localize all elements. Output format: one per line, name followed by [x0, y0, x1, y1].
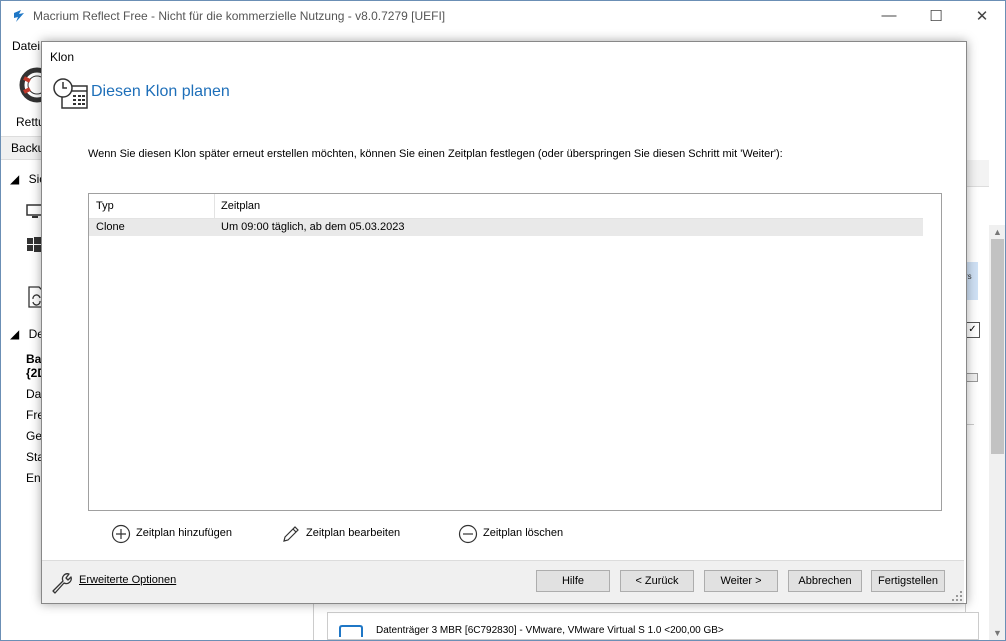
close-button[interactable]: ✕: [959, 0, 1005, 33]
edit-schedule-label: Zeitplan bearbeiten: [306, 527, 401, 539]
calendar-clock-icon: [53, 78, 88, 109]
edit-schedule-button[interactable]: Zeitplan bearbeiten: [281, 524, 411, 544]
finish-button[interactable]: Fertigstellen: [871, 570, 945, 592]
help-button[interactable]: Hilfe: [536, 570, 610, 592]
column-header-typ[interactable]: Typ: [96, 200, 114, 212]
advanced-options-link[interactable]: Erweiterte Optionen: [79, 574, 176, 586]
wrench-icon: [52, 573, 72, 594]
cell-zeitplan: Um 09:00 täglich, ab dem 05.03.2023: [221, 221, 405, 233]
delete-schedule-button[interactable]: Zeitplan löschen: [458, 524, 568, 544]
schedule-list[interactable]: Typ Zeitplan Clone Um 09:00 täglich, ab …: [88, 193, 942, 511]
resize-grip-icon[interactable]: [952, 591, 962, 601]
pencil-icon: [283, 526, 299, 542]
title-bar: Macrium Reflect Free - Nicht für die kom…: [0, 0, 1006, 33]
column-divider[interactable]: [214, 194, 215, 218]
table-row[interactable]: Clone Um 09:00 täglich, ab dem 05.03.202…: [89, 219, 923, 236]
windows-icon[interactable]: [27, 237, 41, 253]
list-header: Typ Zeitplan: [89, 194, 923, 219]
tab-backups-label: Backu: [11, 141, 45, 155]
disk-row[interactable]: Datenträger 3 MBR [6C792830] - VMware, V…: [327, 612, 979, 640]
menu-datei[interactable]: Datei: [12, 39, 40, 53]
collapse-arrow-icon: ◢: [10, 327, 20, 341]
maximize-icon: ☐: [929, 8, 943, 25]
disk-label: Datenträger 3 MBR [6C792830] - VMware, V…: [376, 625, 724, 636]
cell-typ: Clone: [96, 221, 125, 233]
next-button[interactable]: Weiter >: [704, 570, 778, 592]
macrium-logo-icon: [14, 10, 24, 22]
vertical-scrollbar[interactable]: ▲ ▼: [989, 225, 1006, 641]
minimize-icon: —: [881, 7, 897, 24]
minimize-button[interactable]: —: [866, 0, 912, 33]
scroll-up-icon[interactable]: ▲: [993, 227, 1002, 237]
scroll-down-icon[interactable]: ▼: [993, 628, 1002, 638]
right-toolbar-strip: [965, 160, 989, 187]
dialog-footer: Erweiterte Optionen Hilfe < Zurück Weite…: [42, 561, 964, 603]
maximize-button[interactable]: ☐: [913, 0, 959, 33]
delete-schedule-label: Zeitplan löschen: [483, 527, 564, 539]
minus-circle-icon: [458, 524, 478, 544]
window-title: Macrium Reflect Free - Nicht für die kom…: [33, 9, 446, 23]
cancel-button[interactable]: Abbrechen: [788, 570, 862, 592]
add-schedule-label: Zeitplan hinzufügen: [136, 527, 233, 539]
clone-dialog: Klon Diesen Klon planen Wenn Sie diesen …: [41, 41, 967, 604]
column-header-zeitplan[interactable]: Zeitplan: [221, 200, 260, 212]
back-button[interactable]: < Zurück: [620, 570, 694, 592]
tab-backups[interactable]: Backu: [0, 136, 45, 160]
page-heading: Diesen Klon planen: [91, 83, 230, 100]
disk-icon: [339, 625, 363, 637]
plus-circle-icon: [111, 524, 131, 544]
right-checkbox[interactable]: ✓: [965, 322, 980, 338]
scroll-thumb[interactable]: [991, 239, 1004, 454]
close-icon: ✕: [975, 8, 989, 25]
schedule-description: Wenn Sie diesen Klon später erneut erste…: [88, 148, 783, 160]
sidebar-group-1[interactable]: ◢ Sic: [10, 172, 45, 186]
collapse-arrow-icon: ◢: [10, 172, 20, 186]
add-schedule-button[interactable]: Zeitplan hinzufügen: [111, 524, 241, 544]
checkmark-icon: ✓: [968, 324, 977, 335]
dialog-title: Klon: [50, 50, 75, 64]
